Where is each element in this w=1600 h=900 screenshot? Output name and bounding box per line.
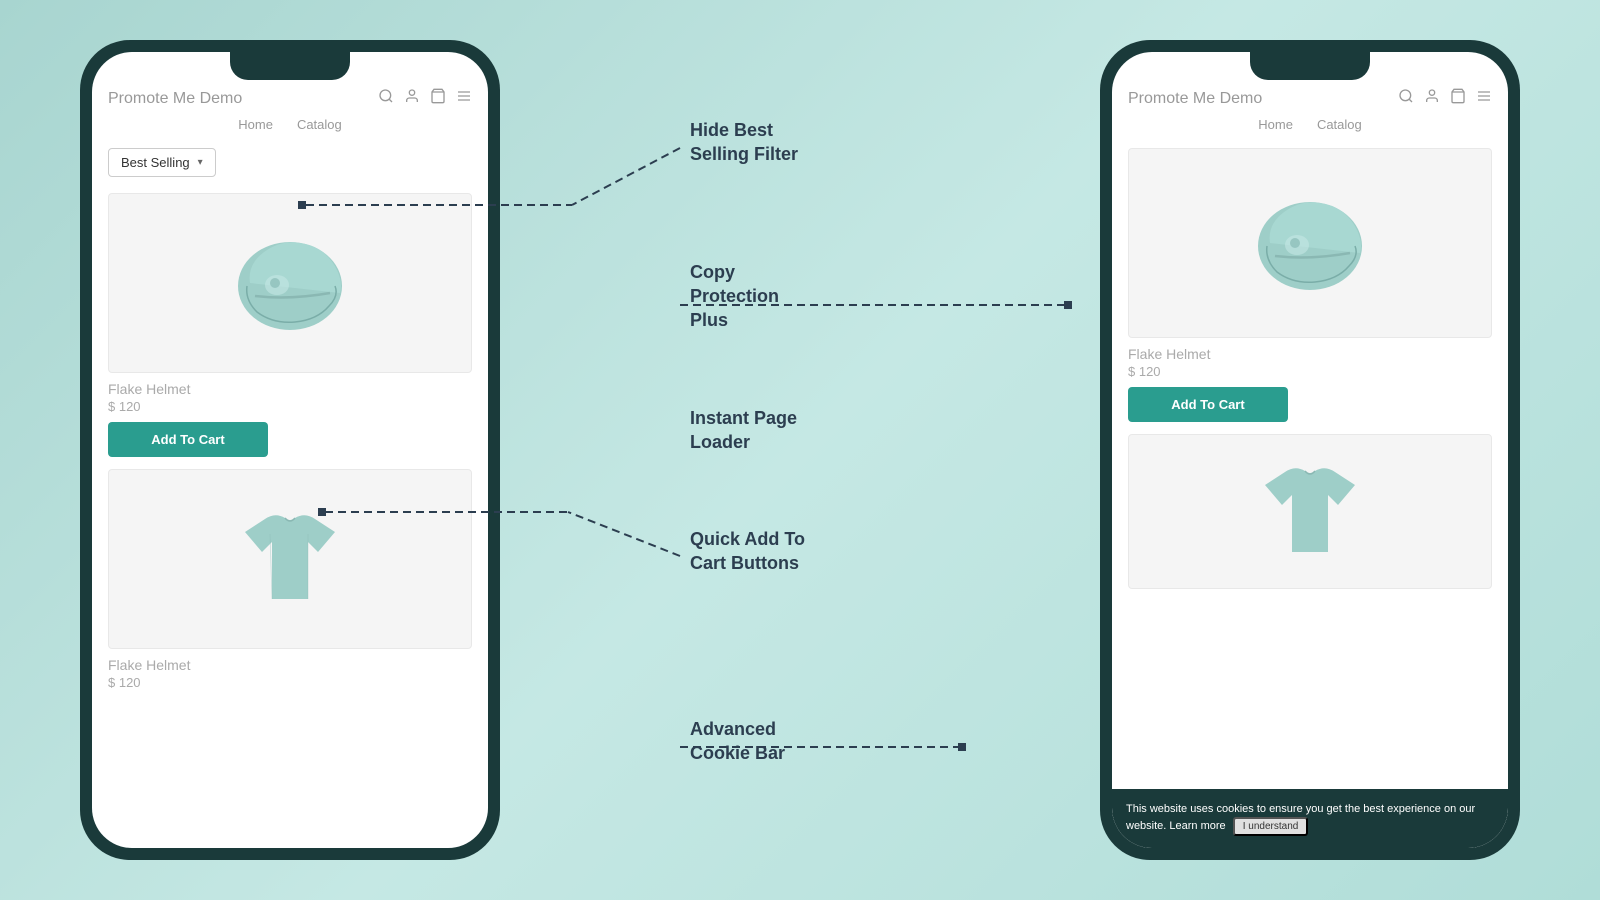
svg-text:Selling Filter: Selling Filter [690,144,798,164]
user-icon-right[interactable] [1424,88,1440,109]
best-selling-filter[interactable]: Best Selling ▾ [108,148,216,177]
store-title-right: Promote Me Demo [1128,90,1262,108]
add-to-cart-btn-right[interactable]: Add To Cart [1128,387,1288,422]
user-icon-left[interactable] [404,88,420,109]
svg-text:Quick Add To: Quick Add To [690,529,805,549]
store-nav-left: Home Catalog [108,117,472,132]
product-card-2-left: Flake Helmet $ 120 [108,469,472,690]
label-hide-best-selling: Hide Best [690,120,773,140]
right-phone-screen: Promote Me Demo [1112,52,1508,848]
nav-home-right[interactable]: Home [1258,117,1293,132]
product-price-2-left: $ 120 [108,675,472,690]
filter-arrow: ▾ [198,157,203,168]
svg-text:Loader: Loader [690,432,750,452]
svg-text:Protection: Protection [690,286,779,306]
product-name-1-left: Flake Helmet [108,381,472,397]
svg-text:Advanced: Advanced [690,719,776,739]
svg-text:Cookie Bar: Cookie Bar [690,743,785,763]
search-icon-right[interactable] [1398,88,1414,109]
scene: Promote Me Demo [20,20,1580,880]
product-name-1-right: Flake Helmet [1128,346,1492,362]
cookie-understand-button[interactable]: I understand [1233,817,1309,836]
filter-label: Best Selling [121,155,190,170]
product-grid-right: Flake Helmet $ 120 Add To Cart [1112,140,1508,597]
product-card-1-left: Flake Helmet $ 120 Add To Cart [108,193,472,457]
product-image-2-right [1128,434,1492,589]
store-top-bar-right: Promote Me Demo [1128,88,1492,109]
store-nav-right: Home Catalog [1128,117,1492,132]
cart-icon-right[interactable] [1450,88,1466,109]
menu-icon-left[interactable] [456,88,472,109]
svg-text:Instant Page: Instant Page [690,408,797,428]
svg-text:Copy: Copy [690,262,735,282]
product-image-1-right [1128,148,1492,338]
phone-notch-left [230,52,350,80]
cookie-bar: This website uses cookies to ensure you … [1112,789,1508,849]
product-card-2-right [1128,434,1492,589]
product-image-1-left [108,193,472,373]
nav-catalog-left[interactable]: Catalog [297,117,342,132]
store-title-left: Promote Me Demo [108,90,242,108]
nav-home-left[interactable]: Home [238,117,273,132]
store-top-bar-left: Promote Me Demo [108,88,472,109]
product-price-1-right: $ 120 [1128,364,1492,379]
product-name-2-left: Flake Helmet [108,657,472,673]
menu-icon-right[interactable] [1476,88,1492,109]
left-phone-screen: Promote Me Demo [92,52,488,848]
search-icon-left[interactable] [378,88,394,109]
cart-icon-left[interactable] [430,88,446,109]
phone-notch-right [1250,52,1370,80]
svg-text:Cart Buttons: Cart Buttons [690,553,799,573]
product-card-1-right: Flake Helmet $ 120 Add To Cart [1128,148,1492,422]
store-icons-left [378,88,472,109]
right-phone: Promote Me Demo [1100,40,1520,860]
nav-catalog-right[interactable]: Catalog [1317,117,1362,132]
product-grid-left: Flake Helmet $ 120 Add To Cart [92,185,488,698]
add-to-cart-btn-left[interactable]: Add To Cart [108,422,268,457]
product-image-2-left [108,469,472,649]
store-icons-right [1398,88,1492,109]
filter-row-left: Best Selling ▾ [92,140,488,185]
left-phone: Promote Me Demo [80,40,500,860]
svg-text:Plus: Plus [690,310,728,330]
product-price-1-left: $ 120 [108,399,472,414]
